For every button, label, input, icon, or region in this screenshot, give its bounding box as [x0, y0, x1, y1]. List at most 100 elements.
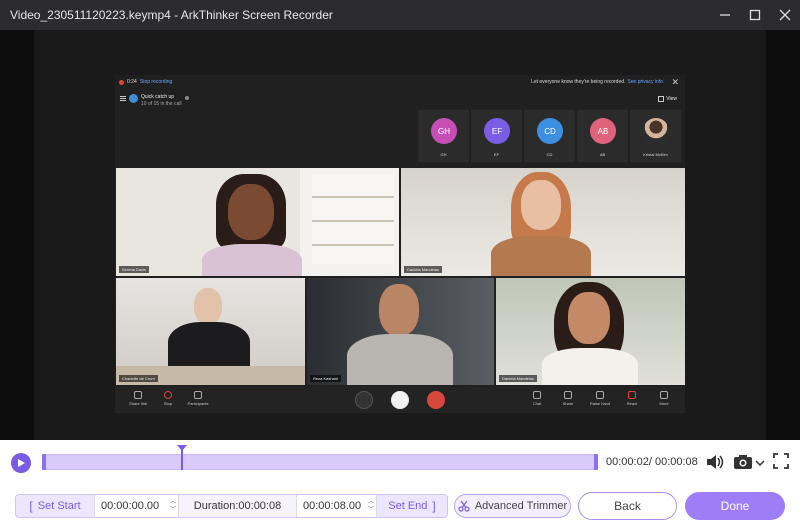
close-button[interactable] [770, 0, 800, 30]
person-body [347, 334, 453, 385]
stop-recording-link: Stop recording [139, 79, 173, 85]
start-bracket-icon: [ [29, 499, 33, 513]
meeting-count: 10 of 15 in the call [141, 101, 182, 107]
minimize-button[interactable] [710, 0, 740, 30]
menu-icon [120, 96, 126, 101]
person-body [168, 322, 250, 372]
raise-hand-control: Raise hand [585, 391, 615, 406]
chat-icon [533, 391, 541, 399]
roster-tile: Kristal McKim [630, 110, 681, 162]
close-icon [779, 9, 791, 21]
heart-icon [628, 391, 636, 399]
person-face [194, 288, 222, 324]
meeting-name: Quick catch up [141, 94, 175, 100]
roster-name: CD [546, 152, 553, 157]
playhead[interactable] [176, 445, 187, 470]
privacy-link: See privacy info [627, 79, 663, 85]
snapshot-button[interactable] [733, 452, 767, 477]
video-tile: Daniela Mandelas [496, 278, 685, 385]
participant-avatar: AB [590, 118, 616, 144]
hang-up-icon [427, 391, 445, 409]
roster-name: EF [493, 152, 500, 157]
timeline-bar: 00:00:02/ 00:00:08 [0, 440, 800, 484]
back-button[interactable]: Back [578, 492, 677, 520]
time-readout: 00:00:02/ 00:00:08 [606, 456, 698, 468]
set-start-button[interactable]: [ Set Start [16, 495, 94, 517]
window-controls [710, 0, 800, 30]
person-face [379, 284, 419, 336]
trim-track[interactable] [42, 454, 598, 470]
person-face [228, 184, 274, 240]
scissors-icon [458, 500, 470, 512]
trim-controls: [ Set Start 00:00:00.00 ︿ ﹀ Duration:00:0… [0, 484, 800, 532]
roster-name: Kristal McKim [643, 152, 668, 157]
fullscreen-button[interactable] [772, 452, 790, 475]
camera-icon [734, 455, 765, 469]
meeting-header: Quick catch up 10 of 15 in the call View [115, 91, 685, 107]
roster-name: AB [599, 152, 606, 157]
banner-close-icon: ✕ [671, 77, 679, 87]
participant-photo [643, 118, 669, 144]
maximize-icon [749, 9, 761, 21]
roster-tile: EF EF [471, 110, 522, 162]
advanced-trimmer-button[interactable]: Advanced Trimmer [454, 494, 571, 518]
link-icon [134, 391, 142, 399]
trim-settings-bar: [ Set Start 00:00:00.00 ︿ ﹀ Duration:00:0… [15, 494, 448, 518]
total-time: 00:00:08 [654, 456, 698, 468]
video-tile: Charlotte de Crum [116, 278, 305, 385]
maximize-button[interactable] [740, 0, 770, 30]
duration-label: Duration:00:00:08 [178, 495, 296, 517]
fullscreen-icon [773, 453, 789, 469]
minimize-icon [720, 14, 730, 16]
start-time-stepper[interactable]: ︿ ﹀ [170, 498, 176, 514]
grid-icon [658, 96, 665, 102]
tile-name: Serena Davis [119, 266, 150, 273]
roster-tile: GH GH [418, 110, 469, 162]
bookshelf [312, 174, 394, 264]
roster-tile: CD CD [524, 110, 575, 162]
recording-dot-icon [119, 79, 124, 85]
video-tile: Daniela Mandelas [401, 168, 685, 276]
participants-control: Participants [181, 391, 215, 406]
participants-icon [194, 391, 202, 399]
camera-icon [391, 391, 409, 409]
end-bracket-icon: ] [432, 499, 436, 513]
window-title: Video_230511120223.keymp4 - ArkThinker S… [10, 8, 333, 22]
meeting-video-frame: 0:24 Stop recording Let everyone know th… [115, 75, 685, 413]
person-body [202, 244, 302, 276]
video-tile: Reza Kashani [307, 278, 494, 385]
share-link-control: Share link [123, 391, 153, 406]
trim-range [43, 455, 597, 469]
participant-roster: GH GH EF EF CD CD AB AB Kristal McKim [418, 110, 681, 162]
current-time: 00:00:02 [606, 456, 649, 468]
chevron-down-icon: ﹀ [367, 507, 374, 513]
start-time-field[interactable]: 00:00:00.00 ︿ ﹀ [94, 495, 178, 517]
roster-tile: AB AB [577, 110, 628, 162]
more-control: More [653, 391, 675, 406]
more-icon [660, 391, 668, 399]
recording-time: 0:24 [127, 79, 137, 85]
mic-off-icon [355, 391, 373, 409]
trim-end-handle[interactable] [594, 454, 598, 470]
end-time-field[interactable]: 00:00:08.00 ︿ ﹀ [296, 495, 376, 517]
roster-name: GH [440, 152, 447, 157]
play-icon [18, 459, 25, 467]
chat-control: Chat [527, 391, 547, 406]
done-button[interactable]: Done [685, 492, 785, 520]
set-end-button[interactable]: Set End ] [376, 495, 447, 517]
tile-name: Daniela Mandelas [499, 375, 538, 382]
end-time-stepper[interactable]: ︿ ﹀ [368, 498, 374, 514]
person-face [521, 180, 561, 230]
trim-start-handle[interactable] [42, 454, 46, 470]
tile-name: Charlotte de Crum [119, 375, 158, 382]
privacy-message: Let everyone know they're being recorded… [531, 79, 663, 85]
play-button[interactable] [11, 453, 31, 473]
participant-avatar: CD [537, 118, 563, 144]
video-tile: Serena Davis [116, 168, 399, 276]
volume-button[interactable] [705, 452, 725, 477]
participant-avatar: EF [484, 118, 510, 144]
chevron-down-icon: ﹀ [169, 507, 176, 513]
participant-avatar: GH [431, 118, 457, 144]
share-control: Share [557, 391, 579, 406]
meeting-control-bar: Share link Stop Participants Chat Share … [115, 387, 685, 413]
